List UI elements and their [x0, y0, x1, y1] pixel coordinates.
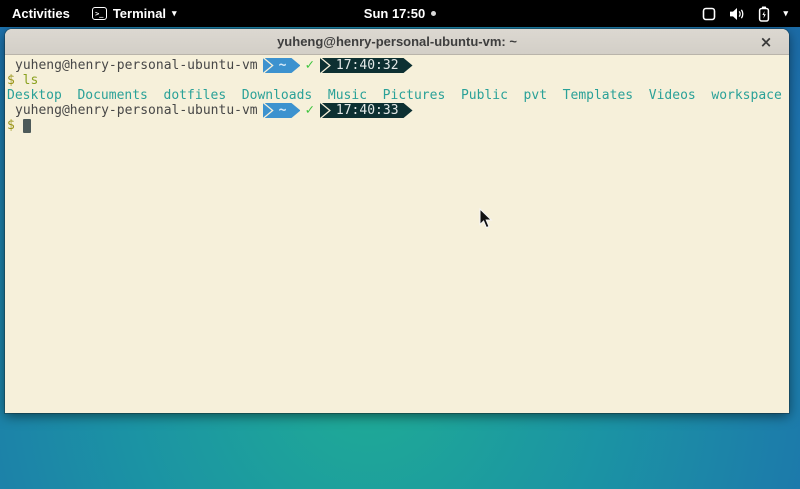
top-bar-left: Activities >_ Terminal ▾ [0, 0, 187, 27]
terminal-window: yuheng@henry-personal-ubuntu-vm: ~ × yuh… [5, 29, 789, 413]
check-icon: ✓ [305, 58, 313, 73]
directory-name: Videos [649, 88, 696, 103]
prompt-timestamp: 17:40:32 [322, 58, 413, 73]
window-title: yuheng@henry-personal-ubuntu-vm: ~ [277, 34, 517, 49]
directory-name: Pictures [383, 88, 446, 103]
input-line: $ [7, 118, 787, 133]
close-button[interactable]: × [756, 29, 776, 55]
prompt-timestamp: 17:40:33 [322, 103, 413, 118]
directory-name: Templates [563, 88, 633, 103]
directory-name: Music [328, 88, 367, 103]
app-menu-terminal[interactable]: >_ Terminal ▾ [82, 0, 187, 27]
directory-name: dotfiles [164, 88, 227, 103]
directory-name: Downloads [242, 88, 312, 103]
directory-name: Desktop [7, 88, 62, 103]
directory-name: pvt [524, 88, 547, 103]
screen-icon [702, 7, 716, 21]
directory-name: workspace [711, 88, 781, 103]
clock-button[interactable]: Sun 17:50 [364, 6, 436, 21]
typed-command: ls [23, 73, 39, 88]
prompt-symbol: $ [7, 73, 15, 88]
directory-name: Documents [77, 88, 147, 103]
chevron-down-icon: ▾ [172, 9, 177, 18]
terminal-icon: >_ [92, 7, 107, 20]
prompt-line: yuheng@henry-personal-ubuntu-vm ~ ✓ 17:4… [7, 58, 787, 73]
chevron-down-icon: ▾ [783, 9, 788, 18]
command-line: $ ls [7, 73, 787, 88]
prompt-symbol: $ [7, 118, 15, 133]
window-titlebar[interactable]: yuheng@henry-personal-ubuntu-vm: ~ × [5, 29, 789, 55]
battery-icon [758, 6, 770, 22]
clock-label: Sun 17:50 [364, 6, 425, 21]
directory-name: Public [461, 88, 508, 103]
desktop: Activities >_ Terminal ▾ Sun 17:50 [0, 0, 800, 489]
activities-button[interactable]: Activities [0, 0, 82, 27]
terminal-screen[interactable]: yuheng@henry-personal-ubuntu-vm ~ ✓ 17:4… [5, 55, 789, 413]
prompt-user-host: yuheng@henry-personal-ubuntu-vm [15, 58, 258, 73]
app-menu-label: Terminal [113, 6, 166, 21]
volume-icon [729, 7, 745, 21]
ls-output-line: Desktop Documents dotfiles Downloads Mus… [7, 88, 787, 103]
notification-dot-icon [431, 11, 436, 16]
system-tray[interactable]: ▾ [690, 0, 800, 27]
check-icon: ✓ [305, 103, 313, 118]
top-bar: Activities >_ Terminal ▾ Sun 17:50 [0, 0, 800, 27]
text-cursor [23, 119, 31, 133]
prompt-user-host: yuheng@henry-personal-ubuntu-vm [15, 103, 258, 118]
prompt-line: yuheng@henry-personal-ubuntu-vm ~ ✓ 17:4… [7, 103, 787, 118]
